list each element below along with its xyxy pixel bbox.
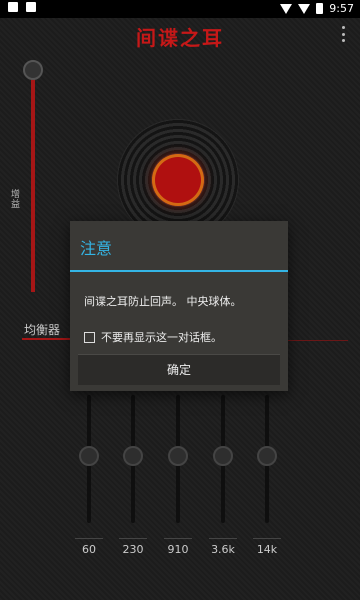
eq-band-knob[interactable] bbox=[257, 446, 277, 466]
dialog-title: 注意 bbox=[80, 239, 113, 258]
center-orb[interactable] bbox=[152, 154, 204, 206]
eq-band-label: 14k bbox=[256, 543, 278, 556]
battery-icon bbox=[316, 3, 324, 14]
eq-band-divider bbox=[164, 538, 192, 539]
eq-band-label: 3.6k bbox=[211, 543, 235, 556]
eq-band-knob[interactable] bbox=[168, 446, 188, 466]
status-time: 9:57 bbox=[329, 2, 354, 15]
status-bar: 9:57 bbox=[0, 0, 360, 18]
dont-show-again-checkbox[interactable] bbox=[84, 331, 95, 343]
gain-slider-track[interactable] bbox=[31, 78, 35, 292]
dont-show-again-label[interactable]: 不要再显示这一对话框。 bbox=[101, 329, 222, 345]
equalizer-divider-right bbox=[288, 340, 348, 341]
notification-icon bbox=[8, 2, 18, 12]
dont-show-again-row[interactable]: 不要再显示这一对话框。 bbox=[84, 329, 222, 345]
notice-dialog: 注意 间谍之耳防止回声。 中央球体。 不要再显示这一对话框。 确定 bbox=[70, 221, 288, 391]
wifi-icon bbox=[280, 3, 293, 14]
gain-label: 增益 bbox=[11, 190, 21, 210]
eq-band-label: 910 bbox=[167, 543, 189, 556]
eq-band-knob[interactable] bbox=[79, 446, 99, 466]
equalizer-divider bbox=[22, 338, 72, 340]
eq-band-knob[interactable] bbox=[213, 446, 233, 466]
dialog-title-divider bbox=[70, 270, 288, 272]
more-vert-icon[interactable] bbox=[342, 26, 346, 42]
gain-slider-knob[interactable] bbox=[23, 60, 43, 80]
equalizer-label: 均衡器 bbox=[24, 323, 61, 337]
eq-band-divider bbox=[119, 538, 147, 539]
eq-band-label: 60 bbox=[82, 543, 96, 556]
app-bar: 间谍之耳 bbox=[0, 18, 360, 50]
signal-icon bbox=[298, 3, 311, 14]
ok-button[interactable]: 确定 bbox=[78, 354, 280, 385]
eq-band-label: 230 bbox=[122, 543, 144, 556]
eq-band-divider bbox=[209, 538, 237, 539]
eq-band-divider bbox=[253, 538, 281, 539]
app-title: 间谍之耳 bbox=[136, 26, 224, 50]
eq-band-knob[interactable] bbox=[123, 446, 143, 466]
dialog-message: 间谍之耳防止回声。 中央球体。 bbox=[84, 295, 242, 308]
eq-band-divider bbox=[75, 538, 103, 539]
android-icon bbox=[26, 2, 36, 12]
